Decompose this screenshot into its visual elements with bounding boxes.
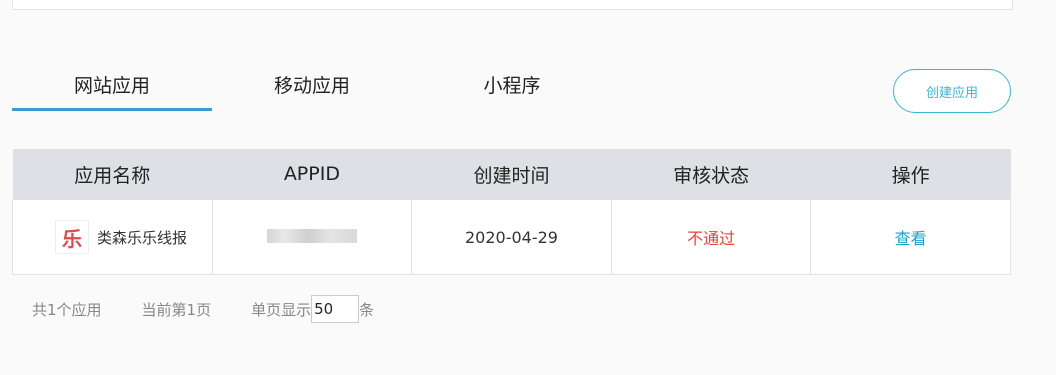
view-link[interactable]: 查看 bbox=[895, 229, 927, 248]
tab-mobile-apps[interactable]: 移动应用 bbox=[212, 58, 412, 110]
table-row: 乐 类森乐乐线报 2020-04-29 不通过 查看 bbox=[12, 199, 1011, 275]
cell-actions: 查看 bbox=[810, 199, 1011, 275]
total-count: 共1个应用 bbox=[32, 300, 102, 319]
app-logo: 乐 bbox=[55, 220, 89, 254]
header-review-status: 审核状态 bbox=[611, 149, 811, 200]
cell-appid bbox=[211, 199, 413, 275]
header-appid: APPID bbox=[212, 149, 412, 200]
page-size-label: 单页显示 bbox=[251, 300, 312, 319]
apps-table: 应用名称 APPID 创建时间 审核状态 操作 乐 类森乐乐线报 2020-04… bbox=[12, 149, 1011, 275]
tab-mini-programs[interactable]: 小程序 bbox=[412, 58, 612, 110]
cell-app-name: 乐 类森乐乐线报 bbox=[12, 199, 213, 275]
appid-redacted bbox=[266, 228, 357, 243]
app-name: 类森乐乐线报 bbox=[97, 228, 188, 247]
cell-review-status: 不通过 bbox=[610, 199, 812, 275]
pagination-footer: 共1个应用 当前第1页 单页显示 条 bbox=[32, 294, 374, 324]
status-badge: 不通过 bbox=[687, 229, 736, 248]
header-app-name: 应用名称 bbox=[12, 149, 213, 200]
header-actions: 操作 bbox=[810, 149, 1011, 200]
top-card-edge bbox=[12, 0, 1013, 10]
page-size-input[interactable] bbox=[311, 295, 360, 323]
page-size-unit: 条 bbox=[359, 300, 375, 319]
cell-created-time: 2020-04-29 bbox=[411, 199, 612, 275]
current-page: 当前第1页 bbox=[141, 300, 212, 319]
tab-website-apps[interactable]: 网站应用 bbox=[12, 58, 212, 111]
header-created-time: 创建时间 bbox=[411, 149, 612, 200]
table-header-row: 应用名称 APPID 创建时间 审核状态 操作 bbox=[12, 149, 1011, 200]
create-app-button[interactable]: 创建应用 bbox=[893, 69, 1011, 113]
app-type-tabs: 网站应用 移动应用 小程序 bbox=[12, 58, 612, 114]
